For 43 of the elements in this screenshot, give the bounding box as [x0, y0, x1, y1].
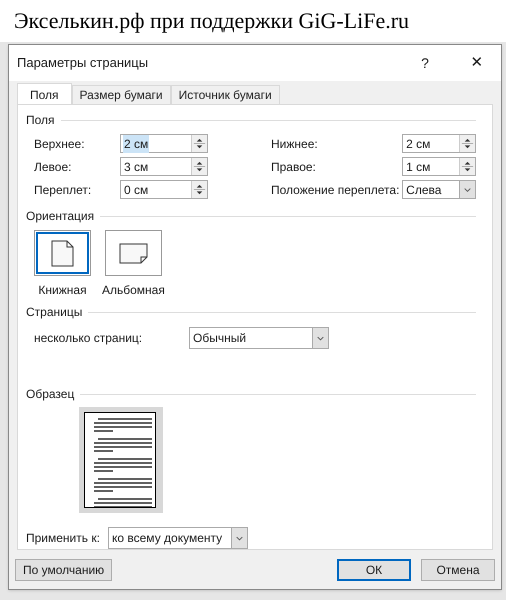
cancel-button[interactable]: Отмена: [421, 559, 495, 581]
page-icon: [118, 242, 148, 264]
spin-arrows-icon[interactable]: [191, 181, 207, 198]
field-label: Верхнее:: [34, 136, 86, 152]
spin-arrows-icon[interactable]: [191, 158, 207, 175]
document-text: Экселькин.рф при поддержки GiG-LiFe.ru: [14, 8, 410, 33]
tab[interactable]: Источник бумаги: [170, 85, 280, 104]
spin-arrows-icon[interactable]: [459, 135, 475, 152]
dropdown[interactable]: Слева: [402, 180, 476, 199]
field-label: Нижнее:: [271, 136, 319, 152]
spin-field[interactable]: 3 см: [120, 157, 208, 176]
field-label: Положение переплета:: [271, 182, 400, 198]
orientation-label: Книжная: [38, 282, 87, 299]
pages-dropdown[interactable]: Обычный: [189, 327, 329, 349]
section-title: Страницы: [26, 304, 82, 321]
help-button[interactable]: ?: [411, 52, 439, 74]
close-button[interactable]: ✕: [461, 52, 493, 74]
spin-arrows-icon[interactable]: [191, 135, 207, 152]
field-label: Левое:: [34, 158, 72, 176]
spin-arrows-icon[interactable]: [459, 158, 475, 175]
chevron-down-icon: [312, 328, 328, 348]
spin-field[interactable]: 1 см: [402, 157, 476, 176]
orientation-label: Альбомная: [102, 282, 165, 299]
section-title: Поля: [26, 112, 55, 129]
field-label: несколько страниц:: [34, 330, 144, 347]
spin-field[interactable]: 0 см: [120, 180, 208, 199]
tab[interactable]: Размер бумаги: [72, 85, 171, 104]
landscape-button[interactable]: [104, 230, 162, 276]
window-title: Параметры страницы: [17, 54, 150, 72]
spin-field[interactable]: 2 см: [402, 134, 476, 153]
spin-field[interactable]: 2 см: [120, 134, 208, 153]
field-label: Правое:: [271, 158, 317, 176]
page-icon: [51, 240, 74, 266]
tab[interactable]: Поля: [17, 83, 72, 105]
field-label: Применить к:: [26, 530, 101, 547]
portrait-button[interactable]: [34, 230, 91, 276]
apply-dropdown[interactable]: ко всему документу: [108, 527, 248, 549]
ok-button[interactable]: ОК: [337, 559, 411, 581]
section-title: Образец: [26, 386, 74, 403]
chevron-down-icon: [459, 181, 475, 198]
section-title: Ориентация: [26, 208, 94, 225]
default-button[interactable]: По умолчанию: [15, 559, 112, 581]
field-label: Переплет:: [34, 182, 92, 198]
